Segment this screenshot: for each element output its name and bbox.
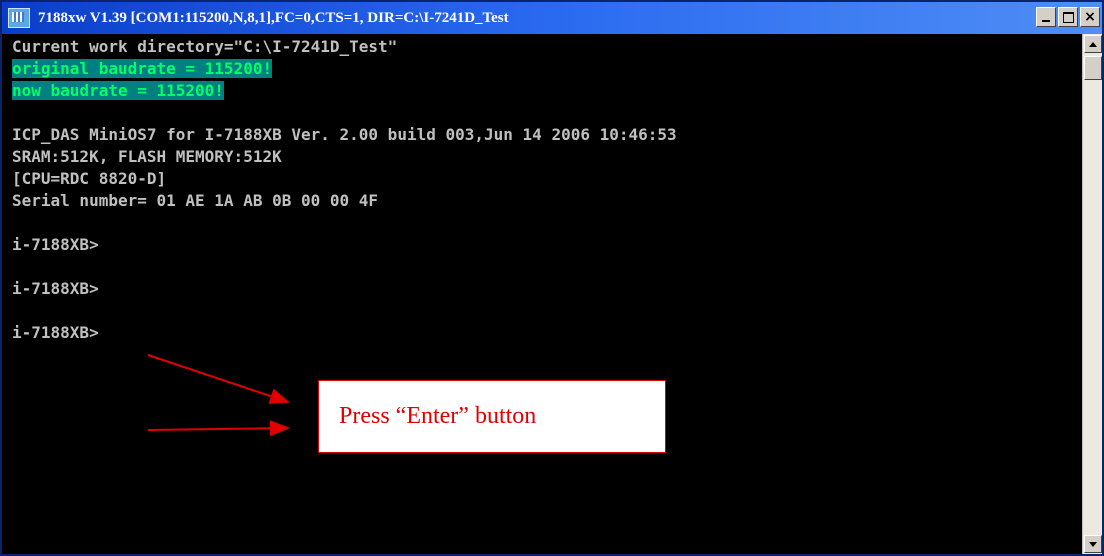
terminal-app-icon[interactable] bbox=[8, 8, 30, 28]
annotation-callout: Press “Enter” button bbox=[318, 380, 666, 453]
console-line-cpu: [CPU=RDC 8820-D] bbox=[12, 169, 167, 188]
console-line-original-baudrate: original baudrate = 115200! bbox=[12, 59, 273, 78]
window-title: 7188xw V1.39 [COM1:115200,N,8,1],FC=0,CT… bbox=[38, 9, 509, 26]
console-line-minios-version: ICP_DAS MiniOS7 for I-7188XB Ver. 2.00 b… bbox=[12, 125, 677, 144]
console-prompt: i-7188XB> bbox=[12, 323, 99, 342]
console-line-memory: SRAM:512K, FLASH MEMORY:512K bbox=[12, 147, 282, 166]
terminal-window: 7188xw V1.39 [COM1:115200,N,8,1],FC=0,CT… bbox=[0, 0, 1104, 556]
console-line-workdir: Current work directory="C:\I-7241D_Test" bbox=[12, 37, 398, 56]
maximize-button[interactable] bbox=[1058, 7, 1078, 27]
window-controls: × bbox=[1036, 7, 1100, 27]
minimize-icon bbox=[1042, 20, 1050, 22]
close-button[interactable]: × bbox=[1080, 7, 1100, 27]
close-icon: × bbox=[1084, 9, 1096, 25]
console-prompt: i-7188XB> bbox=[12, 235, 99, 254]
console-line-now-baudrate: now baudrate = 115200! bbox=[12, 81, 224, 100]
arrow-up-icon bbox=[1089, 41, 1097, 47]
maximize-icon bbox=[1062, 11, 1074, 23]
scroll-up-button[interactable] bbox=[1084, 35, 1102, 53]
vertical-scrollbar[interactable] bbox=[1082, 34, 1102, 554]
scroll-down-button[interactable] bbox=[1084, 535, 1102, 553]
arrow-down-icon bbox=[1089, 541, 1097, 547]
console-prompt: i-7188XB> bbox=[12, 279, 99, 298]
annotation-text: Press “Enter” button bbox=[339, 403, 537, 429]
title-bar[interactable]: 7188xw V1.39 [COM1:115200,N,8,1],FC=0,CT… bbox=[2, 2, 1102, 34]
scrollbar-thumb[interactable] bbox=[1084, 56, 1102, 80]
minimize-button[interactable] bbox=[1036, 7, 1056, 27]
console-line-serial-number: Serial number= 01 AE 1A AB 0B 00 00 4F bbox=[12, 191, 379, 210]
console-output[interactable]: Current work directory="C:\I-7241D_Test"… bbox=[2, 34, 1082, 554]
